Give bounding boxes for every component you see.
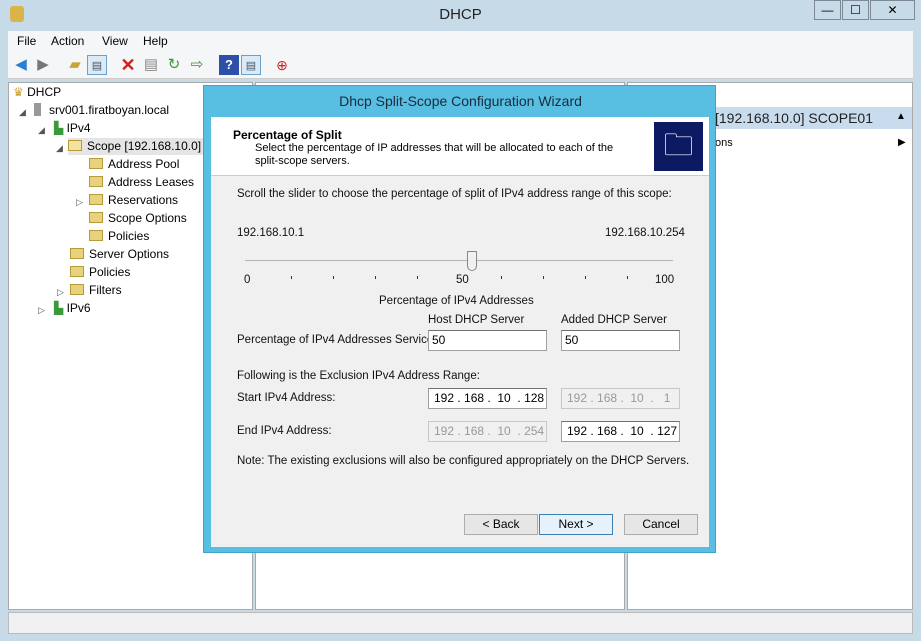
tree-item-scope[interactable]: Scope [192.168.10.0] S (68, 138, 217, 155)
minimize-button[interactable]: — (814, 0, 841, 20)
tree-item-dhcp[interactable]: ♛ DHCP (13, 84, 61, 101)
tree-item-reservations[interactable]: Reservations (89, 192, 178, 209)
collapse-icon[interactable]: ◢ (19, 107, 26, 118)
slider-tick (585, 276, 586, 279)
exclusion-label: Following is the Exclusion IPv4 Address … (237, 370, 480, 382)
slider-min-label: 0 (244, 274, 251, 286)
start-ip-label: Start IPv4 Address: (237, 392, 336, 404)
tree-item-ipv4[interactable]: ▙ IPv4 (54, 120, 91, 137)
server-icon (34, 103, 41, 116)
tree-item-ipv6[interactable]: ▙ IPv6 (54, 300, 91, 317)
back-icon[interactable]: ◀ (11, 55, 31, 75)
slider-caption: Percentage of IPv4 Addresses (379, 295, 534, 307)
tree-item-scope-options[interactable]: Scope Options (89, 210, 187, 227)
page-heading: Percentage of Split (233, 128, 342, 142)
host-percent-field[interactable]: 50 (428, 330, 547, 351)
tree-item-address-pool[interactable]: Address Pool (89, 156, 179, 173)
serviced-label: Percentage of IPv4 Addresses Serviced: (237, 334, 443, 346)
show-hide-action-pane-icon[interactable]: ▤ (241, 55, 261, 75)
host-column-header: Host DHCP Server (428, 314, 525, 326)
tree-item-server[interactable]: srv001.firatboyan.local (34, 102, 169, 119)
added-percent-field[interactable]: 50 (561, 330, 680, 351)
added-column-header: Added DHCP Server (561, 314, 667, 326)
range-start-label: 192.168.10.1 (237, 227, 305, 239)
deactivate-icon[interactable]: ⊕ (272, 55, 292, 75)
back-button[interactable]: < Back (464, 514, 538, 535)
tree-item-address-leases[interactable]: Address Leases (89, 174, 194, 191)
refresh-icon[interactable]: ↻ (164, 55, 184, 75)
next-button[interactable]: Next > (539, 514, 613, 535)
added-start-ip-field: 192 . 168 . 10 . 1 (561, 388, 680, 409)
menu-file[interactable]: File (17, 34, 36, 48)
folders-icon: 🗀 (654, 122, 703, 171)
page-subheading: Select the percentage of IP addresses th… (255, 142, 614, 167)
note-text: Note: The existing exclusions will also … (237, 455, 690, 467)
help-icon[interactable]: ? (219, 55, 239, 75)
up-folder-icon[interactable]: ▰ (65, 55, 85, 75)
slider-tick (543, 276, 544, 279)
host-start-ip-field[interactable]: 192 . 168 . 10 . 128 (428, 388, 547, 409)
slider-max-label: 100 (655, 274, 675, 286)
tree-item-scope-policies[interactable]: Policies (89, 228, 149, 245)
maximize-button[interactable]: ☐ (842, 0, 869, 20)
properties-icon[interactable]: ▤ (141, 55, 161, 75)
cancel-button[interactable]: Cancel (624, 514, 698, 535)
tree-item-filters[interactable]: Filters (70, 282, 122, 299)
menu-view[interactable]: View (102, 34, 128, 48)
instruction-text: Scroll the slider to choose the percenta… (237, 188, 672, 200)
slider-tick (501, 276, 502, 279)
expand-icon[interactable]: ▷ (38, 305, 45, 316)
slider-tick (291, 276, 292, 279)
close-button[interactable]: ✕ (870, 0, 915, 20)
dialog-title: Dhcp Split-Scope Configuration Wizard (339, 93, 582, 109)
slider-tick (627, 276, 628, 279)
show-hide-console-tree-icon[interactable]: ▤ (87, 55, 107, 75)
slider-mid-label: 50 (456, 274, 469, 286)
collapse-icon[interactable]: ◢ (38, 125, 45, 136)
host-end-ip-field: 192 . 168 . 10 . 254 (428, 421, 547, 442)
tree-item-server-options[interactable]: Server Options (70, 246, 169, 263)
expand-icon[interactable]: ▷ (76, 197, 83, 208)
title-bar: DHCP — ☐ ✕ (0, 0, 921, 30)
status-bar (8, 612, 913, 634)
expand-icon[interactable]: ▷ (57, 287, 64, 298)
forward-icon[interactable]: ▶ (33, 55, 53, 75)
wizard-header: Percentage of Split Select the percentag… (211, 117, 709, 176)
menu-action[interactable]: Action (51, 34, 84, 48)
export-list-icon[interactable]: ⇨ (187, 55, 207, 75)
menu-help[interactable]: Help (143, 34, 168, 48)
tree-item-policies[interactable]: Policies (70, 264, 130, 281)
toolbar: ◀ ▶ ▰ ▤ ✕ ▤ ↻ ⇨ ? ▤ ⊕ (8, 51, 913, 79)
slider-tick (375, 276, 376, 279)
delete-icon[interactable]: ✕ (118, 55, 138, 75)
end-ip-label: End IPv4 Address: (237, 425, 332, 437)
window-title: DHCP (439, 6, 482, 23)
submenu-arrow-icon: ▶ (898, 137, 906, 148)
split-slider-track[interactable] (245, 260, 673, 262)
split-slider-thumb[interactable] (467, 251, 477, 271)
menu-bar: File Action View Help (8, 31, 913, 51)
collapse-up-icon[interactable]: ▲ (896, 111, 906, 122)
slider-tick (417, 276, 418, 279)
slider-tick (333, 276, 334, 279)
added-end-ip-field[interactable]: 192 . 168 . 10 . 127 (561, 421, 680, 442)
collapse-icon[interactable]: ◢ (56, 143, 63, 154)
range-end-label: 192.168.10.254 (605, 227, 685, 239)
